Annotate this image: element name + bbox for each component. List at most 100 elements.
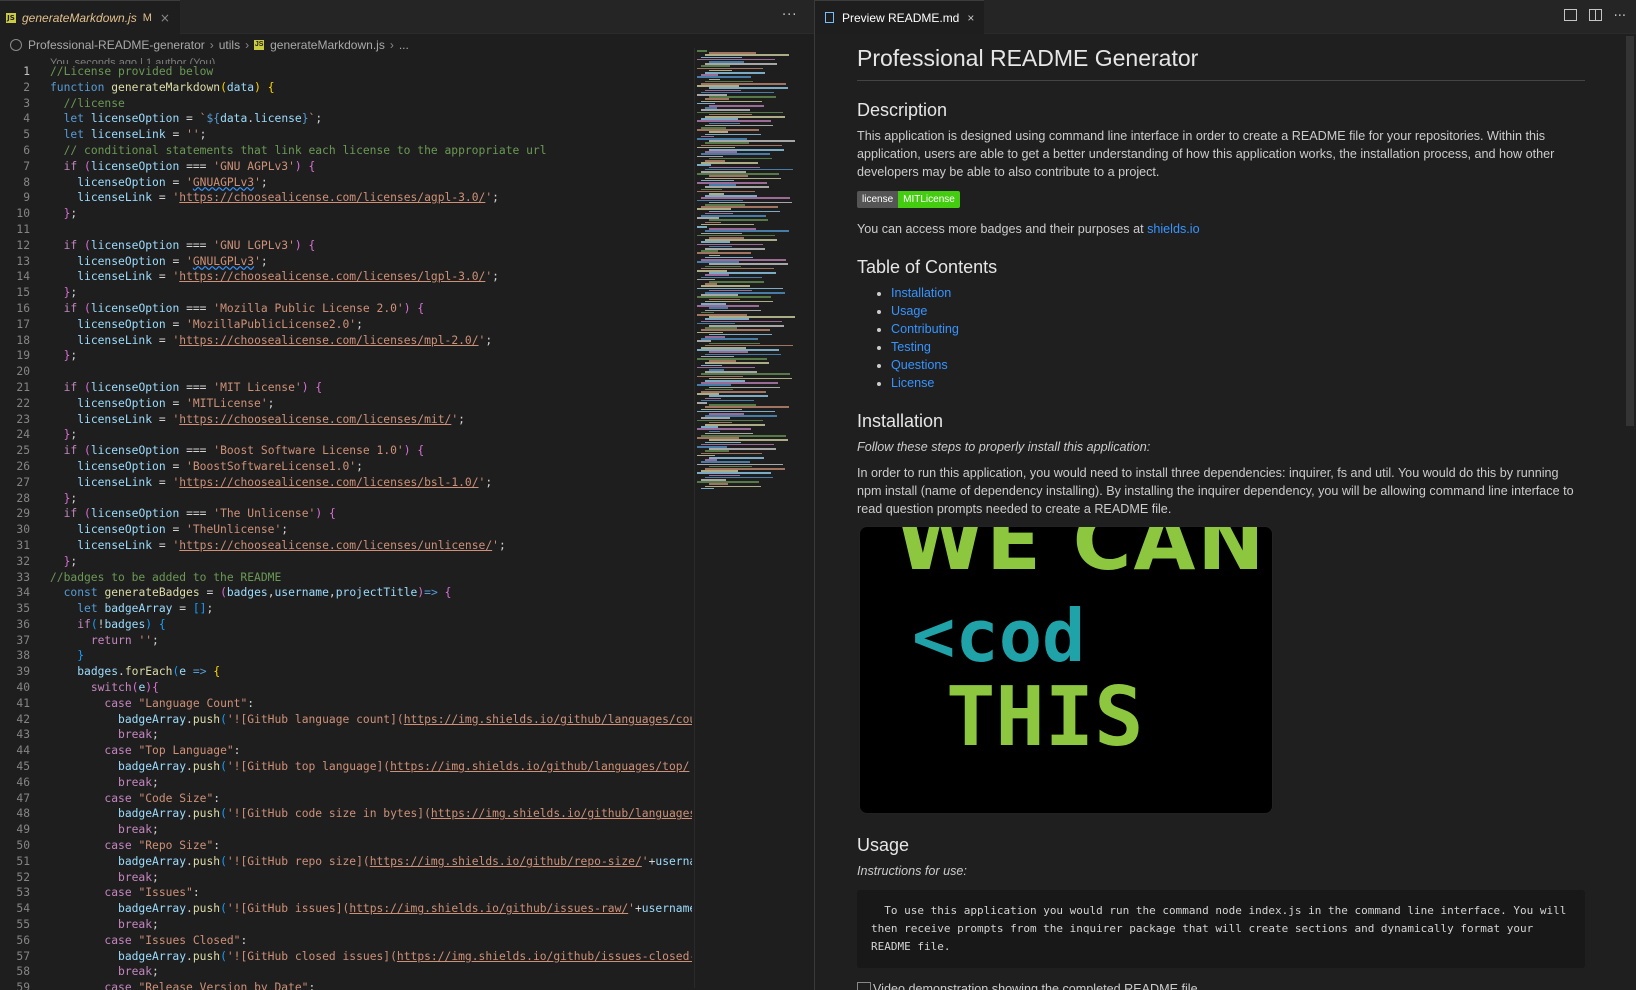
code-line: 32 }; <box>16 554 78 568</box>
code-line: 31 licenseLink = 'https://choosealicense… <box>16 538 506 552</box>
minimap-line <box>697 190 755 193</box>
broken-image-icon <box>857 982 871 990</box>
preview-scrollbar[interactable] <box>1626 36 1634 426</box>
banner-line-1: WE CAN <box>896 526 1267 588</box>
minimap-line <box>697 305 759 307</box>
code-line: 15 }; <box>16 286 78 300</box>
description-text: This application is designed using comma… <box>857 129 1555 179</box>
toc-link-license[interactable]: License <box>891 376 934 390</box>
chevron-right-icon: › <box>245 38 250 52</box>
banner-line-3: THIS <box>946 670 1144 765</box>
badges-paragraph: You can access more badges and their pur… <box>857 220 1585 238</box>
code-line: 52 break; <box>16 870 159 884</box>
modified-indicator: M <box>142 11 152 24</box>
toc-item: Questions <box>891 356 1585 374</box>
code-line: 2 function generateMarkdown(data) { <box>23 80 275 94</box>
minimap-line <box>701 399 754 402</box>
toc-link-usage[interactable]: Usage <box>891 304 927 318</box>
usage-heading: Usage <box>857 835 910 855</box>
javascript-file-icon: JS <box>6 12 16 23</box>
breadcrumb-item-file[interactable]: generateMarkdown.js <box>270 38 385 52</box>
code-line: 56 case "Issues Closed": <box>16 933 248 947</box>
page-title: Professional README Generator <box>857 44 1585 81</box>
usage-code-block: To use this application you would run th… <box>857 890 1585 968</box>
code-line: 51 badgeArray.push('![GitHub repo size](… <box>16 854 692 868</box>
minimap-line <box>697 226 707 228</box>
code-line: 53 case "Issues": <box>16 886 200 900</box>
code-line: 47 case "Code Size": <box>16 791 221 805</box>
close-tab-icon[interactable]: × <box>967 11 974 25</box>
code-line: 22 licenseOption = 'MITLicense'; <box>16 396 275 410</box>
toc-link-questions[interactable]: Questions <box>891 358 948 372</box>
toc-item: Usage <box>891 302 1585 320</box>
breadcrumb-item-project[interactable]: Professional-README-generator <box>28 38 205 52</box>
video-alt-text: Video demonstration showing the complete… <box>873 982 1198 990</box>
we-can-code-this-image: WE CAN <cod THIS <box>859 526 1273 814</box>
code-line: 13 licenseOption = 'GNULGPLv3'; <box>16 254 268 268</box>
toc-heading: Table of Contents <box>857 257 998 277</box>
code-line: 16 if (licenseOption === 'Mozilla Public… <box>16 301 425 315</box>
minimap-line <box>697 428 751 430</box>
more-actions-icon[interactable]: ··· <box>1614 9 1626 24</box>
open-source-icon[interactable] <box>1563 9 1577 21</box>
code-line: 26 licenseOption = 'BoostSoftwareLicense… <box>16 459 363 473</box>
toc-link-contributing[interactable]: Contributing <box>891 322 959 336</box>
code-line: 4 let licenseOption = `${data.license}`; <box>23 112 323 126</box>
code-line: 17 licenseOption = 'MozillaPublicLicense… <box>16 317 363 331</box>
preview-icon <box>825 12 834 23</box>
more-actions-icon[interactable]: ··· <box>782 8 797 23</box>
code-line: 55 break; <box>16 918 159 932</box>
code-area[interactable]: 1//License provided below 2 function gene… <box>0 64 692 990</box>
code-line: 3 //license <box>23 96 125 110</box>
breadcrumb-item-utils[interactable]: utils <box>219 38 240 52</box>
minimap-line <box>701 223 754 226</box>
code-line: 30 licenseOption = 'TheUnlicense'; <box>16 523 289 537</box>
badges-text: You can access more badges and their pur… <box>857 222 1148 236</box>
code-line: 37 return ''; <box>16 633 159 647</box>
preview-tab-title: Preview README.md <box>842 10 960 25</box>
markdown-preview-pane: Preview README.md × ··· Professional REA… <box>815 0 1636 990</box>
toc-list: Installation Usage Contributing Testing … <box>857 284 1585 392</box>
usage-intro: Instructions for use: <box>857 864 967 878</box>
minimap-line <box>709 281 764 283</box>
code-line: 27 licenseLink = 'https://choosealicense… <box>16 475 493 489</box>
toc-item: Testing <box>891 338 1585 356</box>
shields-link[interactable]: shields.io <box>1147 222 1200 236</box>
minimap-line <box>709 457 764 459</box>
toc-item: Contributing <box>891 320 1585 338</box>
code-line: 7 if (licenseOption === 'GNU AGPLv3') { <box>23 159 316 173</box>
minimap-line <box>697 366 755 369</box>
code-line: 11 <box>16 222 30 236</box>
toc-link-testing[interactable]: Testing <box>891 340 931 354</box>
split-editor-icon[interactable] <box>1588 9 1602 21</box>
close-tab-icon[interactable]: × <box>160 11 170 25</box>
editor-scrollbar[interactable] <box>804 48 814 988</box>
minimap-line <box>697 402 707 404</box>
editor-tab-bar: JS generateMarkdown.js M × ··· <box>0 0 814 34</box>
code-line: 10 }; <box>16 207 78 221</box>
toc-item: Installation <box>891 284 1585 302</box>
code-line: 18 licenseLink = 'https://choosealicense… <box>16 333 493 347</box>
code-line: 58 break; <box>16 965 159 979</box>
code-line: 42 badgeArray.push('![GitHub language co… <box>16 712 692 726</box>
code-line: 6 // conditional statements that link ea… <box>23 143 547 157</box>
breadcrumb-item-symbol[interactable]: ... <box>399 38 409 52</box>
toc-link-installation[interactable]: Installation <box>891 286 951 300</box>
code-line: 24 }; <box>16 428 78 442</box>
code-line: 1//License provided below <box>0 64 692 80</box>
badge-value: MITLicense <box>898 191 960 208</box>
installation-intro: Follow these steps to properly install t… <box>857 440 1151 454</box>
code-line: 39 badges.forEach(e => { <box>16 665 221 679</box>
code-line: 34 const generateBadges = (badges,userna… <box>16 586 452 600</box>
code-line: 23 licenseLink = 'https://choosealicense… <box>16 412 465 426</box>
preview-tab[interactable]: Preview README.md × <box>815 0 985 34</box>
code-line: 20 <box>16 365 30 379</box>
editor-tab-generatemarkdown[interactable]: JS generateMarkdown.js M × <box>0 0 180 34</box>
chevron-right-icon: › <box>209 38 214 52</box>
tab-filename: generateMarkdown.js <box>22 10 137 25</box>
breadcrumb: Professional-README-generator › utils › … <box>0 34 690 56</box>
javascript-file-icon: JS <box>254 40 265 50</box>
minimap[interactable] <box>694 48 804 988</box>
code-line: 49 break; <box>16 823 159 837</box>
code-line: 54 badgeArray.push('![GitHub issues](htt… <box>16 902 692 916</box>
